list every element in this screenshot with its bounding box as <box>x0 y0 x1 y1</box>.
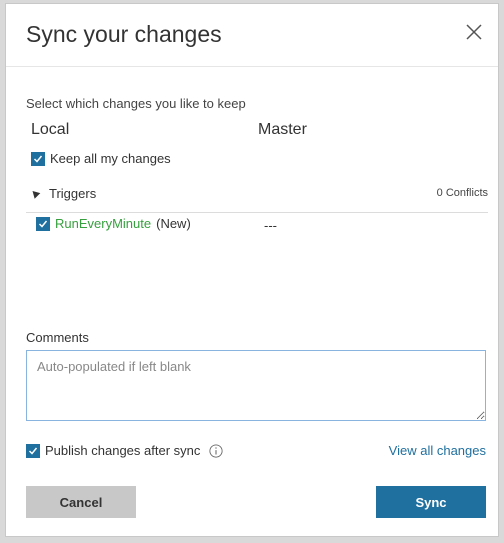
column-header-local: Local <box>31 121 70 138</box>
comments-label: Comments <box>26 330 89 345</box>
keep-all-checkbox[interactable] <box>31 151 45 166</box>
change-item-name: RunEveryMinute <box>55 216 152 231</box>
publish-label: Publish changes after sync <box>45 443 201 458</box>
checkmark-icon <box>28 447 38 455</box>
keep-all-label: Keep all my changes <box>50 151 171 166</box>
cancel-button[interactable]: Cancel <box>26 486 136 518</box>
instruction-text: Select which changes you like to keep <box>26 96 246 111</box>
info-icon[interactable] <box>209 443 223 458</box>
comments-input[interactable] <box>26 350 486 421</box>
dialog-header: Sync your changes <box>6 4 498 67</box>
dialog-title: Sync your changes <box>26 21 222 47</box>
checkmark-icon <box>33 155 43 163</box>
sync-dialog: Sync your changes Select which changes y… <box>5 3 499 537</box>
section-triggers: Triggers 0 Conflicts <box>26 182 488 213</box>
section-toggle-triggers[interactable]: Triggers <box>29 186 97 201</box>
column-header-master: Master <box>258 121 307 138</box>
view-all-changes-link[interactable]: View all changes <box>389 443 486 458</box>
publish-row: Publish changes after sync <box>26 443 223 458</box>
collapse-triangle-icon <box>29 188 41 199</box>
change-item-checkbox[interactable] <box>36 216 50 231</box>
change-item: RunEveryMinute (New) <box>36 216 191 231</box>
sync-button[interactable]: Sync <box>376 486 486 518</box>
change-item-master-value: --- <box>264 218 277 233</box>
checkmark-icon <box>38 220 48 228</box>
keep-all-row: Keep all my changes <box>31 151 171 166</box>
change-item-tag: (New) <box>156 216 191 231</box>
publish-checkbox[interactable] <box>26 443 40 458</box>
conflicts-count: 0 Conflicts <box>436 187 488 199</box>
close-icon <box>466 24 482 40</box>
close-button[interactable] <box>462 20 486 44</box>
section-name: Triggers <box>49 186 97 201</box>
